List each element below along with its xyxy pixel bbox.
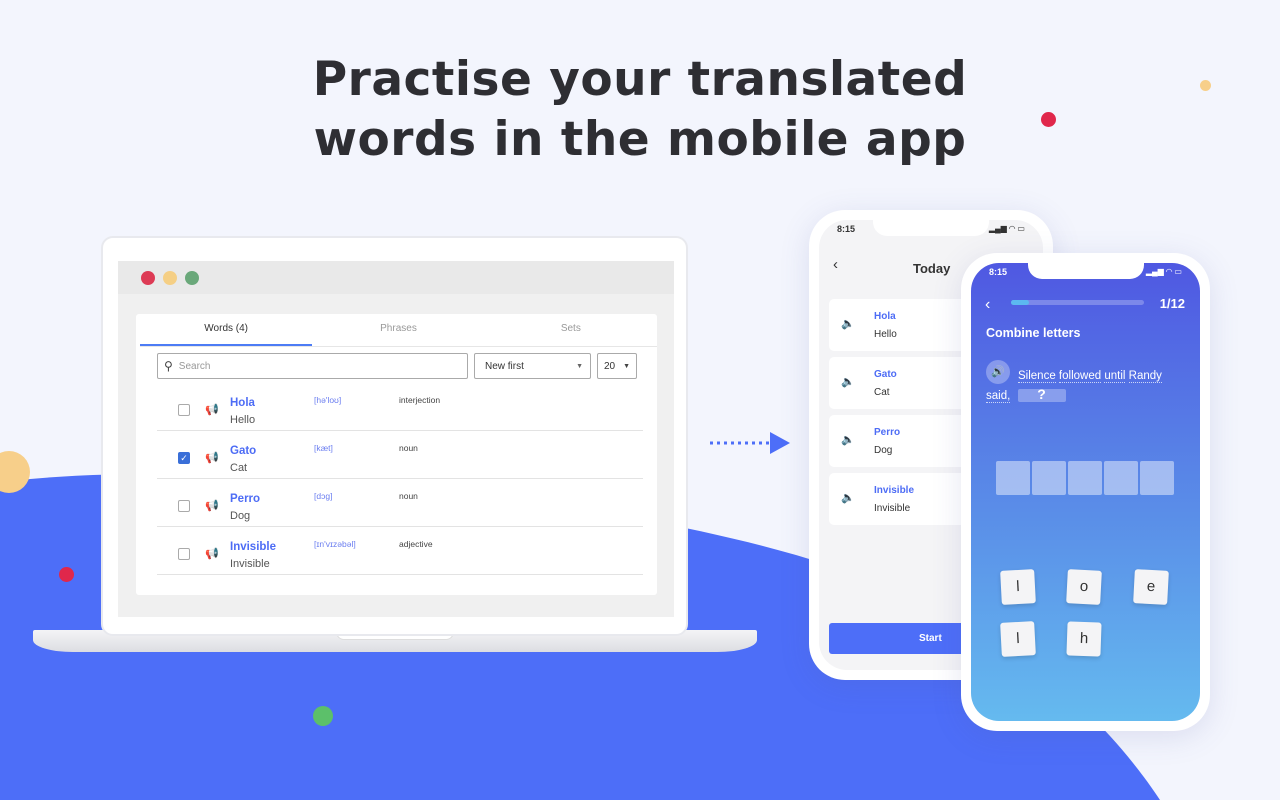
- arrow-right-icon: [710, 432, 790, 454]
- letter-slot[interactable]: [1068, 461, 1102, 495]
- status-time: 8:15: [837, 224, 856, 234]
- translation: Cat: [874, 387, 890, 398]
- phonetic: [hə'loʊ]: [314, 395, 342, 405]
- word-row: ✓ 📢 Gato Cat [kæt] noun: [157, 431, 643, 479]
- letter-slot[interactable]: [996, 461, 1030, 495]
- phone-exercise: 8:15 ▂▄▆ ◠ ▭ ‹ 1/12 Combine letters 🔊 Sil…: [961, 253, 1210, 731]
- search-input[interactable]: ⚲ Search: [157, 353, 468, 379]
- word[interactable]: Hola: [230, 397, 255, 409]
- chevron-down-icon: ▼: [623, 362, 630, 370]
- status-icons: ▂▄▆ ◠ ▭: [988, 224, 1025, 233]
- translation: Invisible: [230, 558, 270, 570]
- tab-sets[interactable]: Sets: [485, 314, 657, 346]
- speaker-icon[interactable]: 🔈: [841, 375, 855, 388]
- phonetic: [dɔg]: [314, 491, 333, 501]
- sentence: Silence followed until Randy said, ?: [986, 366, 1186, 406]
- laptop: Words (4) Phrases Sets ⚲ Search New first…: [101, 236, 688, 636]
- sentence-word[interactable]: followed: [1058, 370, 1102, 383]
- speaker-icon[interactable]: 🔈: [841, 317, 855, 330]
- page-size-value: 20: [604, 360, 616, 372]
- back-icon[interactable]: ‹: [833, 256, 838, 273]
- phonetic: [ɪn'vɪzəbəl]: [314, 539, 356, 549]
- status-icons: ▂▄▆ ◠ ▭: [1145, 267, 1182, 276]
- sentence-word[interactable]: said,: [986, 390, 1011, 403]
- letter-tile[interactable]: l: [1000, 621, 1036, 657]
- word-row: 📢 Invisible Invisible [ɪn'vɪzəbəl] adjec…: [157, 527, 643, 575]
- decor-dot: [1200, 80, 1211, 91]
- sentence-word[interactable]: Silence: [1018, 370, 1056, 383]
- tab-words[interactable]: Words (4): [140, 314, 313, 346]
- word: Invisible: [874, 485, 915, 496]
- maximize-button[interactable]: [185, 270, 199, 285]
- letter-tile[interactable]: l: [1000, 569, 1036, 605]
- search-placeholder: Search: [178, 360, 211, 372]
- start-label: Start: [919, 633, 942, 644]
- back-icon[interactable]: ‹: [985, 296, 990, 314]
- letter-tile[interactable]: e: [1133, 569, 1169, 605]
- search-icon: ⚲: [164, 359, 173, 373]
- words-panel: Words (4) Phrases Sets ⚲ Search New first…: [136, 314, 657, 595]
- screen-title: Today: [913, 261, 951, 276]
- letter-slot[interactable]: [1140, 461, 1174, 495]
- translation: Dog: [874, 445, 893, 456]
- letter-slot[interactable]: [1032, 461, 1066, 495]
- headline: Practise your translated words in the mob…: [312, 52, 968, 167]
- window-titlebar: [118, 261, 674, 294]
- word: Hola: [874, 311, 896, 322]
- exercise-title: Combine letters: [986, 326, 1081, 340]
- translation: Invisible: [874, 503, 911, 514]
- answer-blank: ?: [1017, 387, 1066, 402]
- word-row: 📢 Perro Dog [dɔg] noun: [157, 479, 643, 527]
- decor-dot: [59, 567, 74, 582]
- sort-select[interactable]: New first ▼: [474, 353, 591, 379]
- chevron-down-icon: ▼: [576, 362, 583, 370]
- decor-dot: [313, 706, 333, 726]
- close-button[interactable]: [141, 270, 155, 285]
- progress-bar: [1011, 300, 1144, 305]
- tab-bar: Words (4) Phrases Sets: [140, 314, 657, 347]
- megaphone-icon[interactable]: 📢: [205, 451, 219, 464]
- word[interactable]: Invisible: [230, 541, 276, 553]
- laptop-screen: Words (4) Phrases Sets ⚲ Search New first…: [118, 261, 674, 617]
- minimize-button[interactable]: [163, 270, 177, 285]
- word[interactable]: Perro: [230, 493, 260, 505]
- sort-value: New first: [485, 360, 524, 372]
- translation: Dog: [230, 510, 251, 522]
- status-time: 8:15: [989, 267, 1008, 277]
- phonetic: [kæt]: [314, 443, 333, 453]
- row-checkbox[interactable]: [178, 548, 190, 560]
- part-of-speech: noun: [399, 491, 418, 501]
- megaphone-icon[interactable]: 📢: [205, 403, 219, 416]
- translation: Cat: [230, 462, 248, 474]
- letter-tile[interactable]: o: [1066, 569, 1102, 605]
- sentence-word[interactable]: until: [1104, 370, 1126, 383]
- megaphone-icon[interactable]: 📢: [205, 499, 219, 512]
- sentence-word[interactable]: Randy: [1128, 370, 1162, 383]
- part-of-speech: interjection: [399, 395, 441, 405]
- letter-tile[interactable]: h: [1066, 621, 1102, 657]
- decor-dot: [1041, 112, 1056, 127]
- word-row: 📢 Hola Hello [hə'loʊ] interjection: [157, 383, 643, 431]
- speaker-icon[interactable]: 🔈: [841, 433, 855, 446]
- word: Perro: [874, 427, 901, 438]
- row-checkbox[interactable]: [178, 404, 190, 416]
- row-checkbox[interactable]: [178, 500, 190, 512]
- megaphone-icon[interactable]: 📢: [205, 547, 219, 560]
- letter-slot[interactable]: [1104, 461, 1138, 495]
- progress-fill: [1011, 300, 1029, 305]
- tab-phrases[interactable]: Phrases: [312, 314, 484, 346]
- word: Gato: [874, 369, 897, 380]
- part-of-speech: noun: [399, 443, 418, 453]
- translation: Hello: [230, 414, 256, 426]
- page-size-select[interactable]: 20 ▼: [597, 353, 637, 379]
- row-checkbox[interactable]: ✓: [178, 452, 190, 464]
- translation: Hello: [874, 329, 897, 340]
- progress-label: 1/12: [1159, 296, 1185, 311]
- speaker-icon[interactable]: 🔈: [841, 491, 855, 504]
- word[interactable]: Gato: [230, 445, 256, 457]
- part-of-speech: adjective: [399, 539, 433, 549]
